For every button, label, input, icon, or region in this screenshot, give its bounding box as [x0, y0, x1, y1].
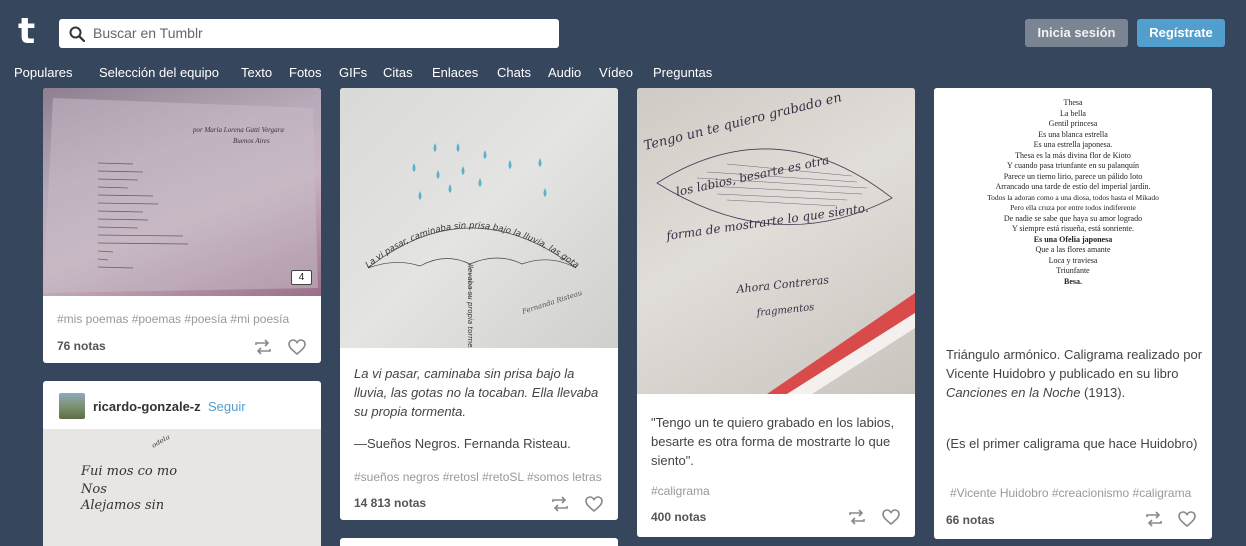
post-caption-source: —Sueños Negros. Fernanda Risteau. — [354, 436, 571, 451]
like-icon[interactable] — [881, 508, 901, 526]
post-card: ricardo-gonzale-z Seguir ᵒᵈᵉˡᵃ Fui mos c… — [43, 381, 321, 546]
post-card: Thesa La bella Gentil princesa Es una bl… — [934, 88, 1212, 539]
nav-item-enlaces[interactable]: Enlaces — [432, 65, 478, 80]
post-tags[interactable]: #mis poemas #poemas #poesía #mi poesía — [57, 312, 317, 326]
post-photo[interactable]: por María Lorena Gatti Vergara Buenos Ai… — [43, 88, 321, 296]
search-icon — [69, 26, 85, 42]
umbrella-calligram: La vi pasar, caminaba sin prisa bajo la … — [340, 88, 584, 348]
reblog-icon[interactable] — [847, 508, 867, 526]
photo-count-badge: 4 — [291, 270, 312, 285]
calligram-line: Tengo un te quiero grabado en — [642, 90, 843, 154]
signature: Ahora Contreras — [735, 273, 830, 296]
handwriting-line: Fui mos co mo — [80, 464, 177, 479]
avatar[interactable] — [59, 393, 85, 419]
signup-button[interactable]: Regístrate — [1137, 19, 1225, 47]
post-caption: "Tengo un te quiero grabado en los labio… — [651, 415, 895, 468]
post-photo[interactable]: La vi pasar, caminaba sin prisa bajo la … — [340, 88, 618, 348]
reblog-icon[interactable] — [550, 495, 570, 513]
like-icon[interactable] — [584, 495, 604, 513]
post-tags[interactable]: #caligrama — [651, 484, 901, 498]
calligram-line: los labios, besarte es otra — [675, 153, 831, 199]
login-button[interactable]: Inicia sesión — [1025, 19, 1128, 47]
top-bar: t Inicia sesión Regístrate — [0, 0, 1246, 62]
post-notes[interactable]: 400 notas — [651, 510, 706, 524]
nav-item-gifs[interactable]: GIFs — [339, 65, 367, 80]
post-caption-note: (Es el primer caligrama que hace Huidobr… — [946, 436, 1198, 451]
post-caption: La vi pasar, caminaba sin prisa bajo la … — [354, 366, 599, 419]
nav-item-citas[interactable]: Citas — [383, 65, 413, 80]
post-card: La vi pasar, caminaba sin prisa bajo la … — [340, 88, 618, 520]
handwriting-line: Nos — [80, 482, 107, 497]
nav-item-video[interactable]: Vídeo — [599, 65, 633, 80]
post-notes[interactable]: 76 notas — [57, 339, 106, 353]
nav-item-texto[interactable]: Texto — [241, 65, 272, 80]
search-input[interactable] — [93, 22, 543, 44]
post-tags[interactable]: #Vicente Huidobro #creacionismo #caligra… — [950, 486, 1205, 500]
post-tags[interactable]: #sueños negros #retosl #retoSL #somos le… — [354, 470, 612, 484]
handwriting-line: Alejamos sin — [80, 498, 164, 513]
post-card — [340, 538, 618, 546]
post-notes[interactable]: 66 notas — [946, 513, 995, 527]
post-card: por María Lorena Gatti Vergara Buenos Ai… — [43, 88, 321, 363]
book-city-text: Buenos Aires — [233, 137, 270, 145]
nav-item-populares[interactable]: Populares — [14, 65, 73, 80]
nav-item-seleccion[interactable]: Selección del equipo — [99, 65, 219, 80]
signature: Fernanda Risteau — [520, 289, 584, 316]
calligram-poem: Thesa La bella Gentil princesa Es una bl… — [987, 98, 1159, 286]
post-photo[interactable]: ᵒᵈᵉˡᵃ Fui mos co mo Nos Alejamos sin — [43, 429, 321, 546]
tumblr-logo[interactable]: t — [18, 14, 46, 51]
post-photo[interactable]: Tengo un te quiero grabado en los labios… — [637, 88, 915, 394]
book-page-photo: por María Lorena Gatti Vergara Buenos Ai… — [43, 98, 318, 293]
nav-item-preguntas[interactable]: Preguntas — [653, 65, 712, 80]
post-notes[interactable]: 14 813 notas — [354, 496, 426, 510]
nav-item-audio[interactable]: Audio — [548, 65, 581, 80]
like-icon[interactable] — [1177, 510, 1197, 528]
reblog-icon[interactable] — [253, 338, 273, 356]
book-author-text: por María Lorena Gatti Vergara — [192, 126, 284, 134]
umbrella-text: La vi pasar, caminaba sin prisa bajo la … — [340, 88, 581, 271]
svg-text:ᵒᵈᵉˡᵃ: ᵒᵈᵉˡᵃ — [150, 432, 174, 453]
like-icon[interactable] — [287, 338, 307, 356]
signature: fragmentos — [755, 302, 815, 319]
search-box[interactable] — [59, 19, 559, 48]
lips-calligram: Tengo un te quiero grabado en los labios… — [642, 90, 915, 394]
nav-item-chats[interactable]: Chats — [497, 65, 531, 80]
post-photo[interactable]: Thesa La bella Gentil princesa Es una bl… — [934, 88, 1212, 330]
explore-nav: Populares Selección del equipo Texto Fot… — [0, 62, 1246, 86]
post-card: Tengo un te quiero grabado en los labios… — [637, 88, 915, 537]
handwritten-photo: ᵒᵈᵉˡᵃ Fui mos co mo Nos Alejamos sin — [80, 432, 177, 513]
svg-text:La vi pasar, caminaba sin pris: La vi pasar, caminaba sin prisa bajo la … — [340, 88, 581, 271]
nav-item-fotos[interactable]: Fotos — [289, 65, 322, 80]
follow-button[interactable]: Seguir — [208, 399, 246, 414]
reblog-icon[interactable] — [1144, 510, 1164, 528]
post-username[interactable]: ricardo-gonzale-z — [93, 399, 201, 414]
calligram-line: forma de mostrarte lo que siento. — [664, 201, 869, 243]
post-caption: Triángulo armónico. Caligrama realizado … — [946, 347, 1203, 400]
umbrella-handle-text: llevaba su propia tormenta — [466, 264, 474, 348]
